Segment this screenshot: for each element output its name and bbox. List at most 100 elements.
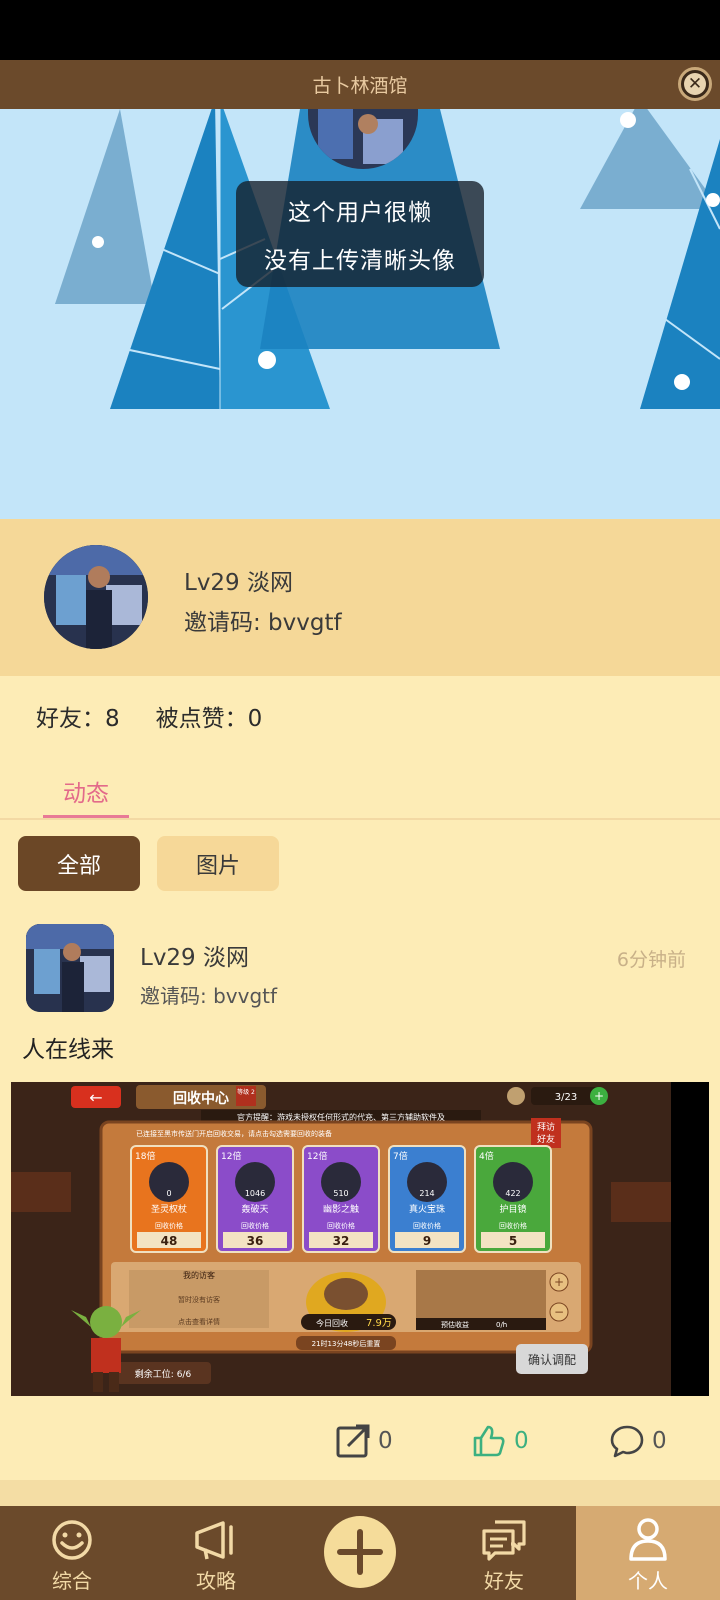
feed-separator <box>0 1480 720 1506</box>
nav-general[interactable]: 综合 <box>0 1506 144 1600</box>
post-image-screenshot[interactable]: ← 回收中心 等级 2 官方提醒：游戏未授权任何形式的代充、第三方辅助软件及 3… <box>11 1082 709 1396</box>
recycle-item-multiplier: 4倍 <box>479 1150 494 1162</box>
profile-card: Lv29 淡网 邀请码: bvvgtf <box>0 519 720 676</box>
svg-text:21时13分48秒后重置: 21时13分48秒后重置 <box>312 1339 381 1348</box>
app-title: 古卜林酒馆 <box>312 75 408 97</box>
recycle-item-price-label: 回收价格 <box>327 1221 355 1230</box>
recycle-item-price: 9 <box>423 1234 431 1248</box>
close-button[interactable]: ✕ <box>678 67 712 101</box>
recycle-item-multiplier: 12倍 <box>221 1150 241 1162</box>
nav-general-label: 综合 <box>52 1569 92 1593</box>
nav-guide-label: 攻略 <box>196 1569 236 1593</box>
recycle-item-card: 7倍 214 真火宝珠回收价格 9 <box>388 1145 466 1253</box>
post-author-name: Lv29 淡网 <box>140 945 250 971</box>
filter-all-button[interactable]: 全部 <box>18 836 140 891</box>
avatar-notice-tooltip: 这个用户很懒 没有上传清晰头像 <box>236 181 484 287</box>
share-action[interactable]: 0 <box>336 1424 393 1458</box>
thumbs-up-icon <box>473 1425 505 1457</box>
recycle-item-price-label: 回收价格 <box>413 1221 441 1230</box>
banner-avatar <box>308 109 418 169</box>
recycle-item-price-label: 回收价格 <box>241 1221 269 1230</box>
post-author-avatar[interactable] <box>26 924 114 1012</box>
svg-text:+: + <box>554 1275 564 1289</box>
recycle-item-count: 422 <box>505 1189 520 1198</box>
friends-count[interactable]: 好友：8 <box>36 699 120 733</box>
profile-banner[interactable]: 这个用户很懒 没有上传清晰头像 <box>0 109 720 519</box>
profile-stats: 好友：8 被点赞：0 <box>36 699 262 733</box>
recycle-item-price-label: 回收价格 <box>499 1221 527 1230</box>
recycle-item-name: 轰破天 <box>241 1203 268 1215</box>
recycle-item-multiplier: 7倍 <box>393 1150 408 1162</box>
plus-icon <box>337 1529 383 1575</box>
share-icon <box>336 1424 370 1458</box>
recycle-item-card: 12倍 510 幽影之触回收价格 32 <box>302 1145 380 1253</box>
svg-text:剩余工位: 6/6: 剩余工位: 6/6 <box>135 1368 192 1380</box>
recycle-item-name: 圣灵权杖 <box>151 1203 187 1215</box>
comment-action[interactable]: 0 <box>610 1424 667 1458</box>
svg-text:拜访: 拜访 <box>537 1122 555 1133</box>
svg-text:7.9万: 7.9万 <box>366 1318 392 1329</box>
banner-trees-illustration <box>55 109 720 409</box>
status-bar <box>0 0 720 60</box>
recycle-item-price-label: 回收价格 <box>155 1221 183 1230</box>
nav-friends-label: 好友 <box>484 1569 524 1593</box>
tooltip-line-2: 没有上传清晰头像 <box>264 248 456 274</box>
recycle-item-multiplier: 18倍 <box>135 1150 155 1162</box>
svg-text:←: ← <box>89 1088 102 1107</box>
svg-text:暂时没有访客: 暂时没有访客 <box>178 1295 220 1304</box>
svg-text:−: − <box>554 1305 564 1319</box>
nav-me[interactable]: 个人 <box>576 1506 720 1600</box>
recycle-item-count: 0 <box>166 1189 171 1198</box>
post-text: 人在线来 <box>22 1037 114 1063</box>
recycle-item-price: 48 <box>161 1234 178 1248</box>
svg-text:+: + <box>594 1089 604 1103</box>
filter-images-button[interactable]: 图片 <box>157 836 279 891</box>
recycle-item-card: 4倍 422 护目镜回收价格 5 <box>474 1145 552 1253</box>
tabs-divider <box>0 818 720 820</box>
recycle-item-count: 1046 <box>245 1189 265 1198</box>
recycle-item-name: 真火宝珠 <box>409 1203 445 1215</box>
nav-guide[interactable]: 攻略 <box>144 1506 288 1600</box>
like-count: 0 <box>514 1428 529 1454</box>
svg-text:3/23: 3/23 <box>555 1092 577 1103</box>
tab-activity[interactable]: 动态 <box>43 760 129 818</box>
svg-text:好友: 好友 <box>537 1133 555 1145</box>
nav-me-label: 个人 <box>628 1569 668 1593</box>
create-post-button[interactable] <box>324 1516 396 1588</box>
recycle-items: 18倍 0 圣灵权杖回收价格 48 12倍 1046 轰破天回收价格 36 12倍 510 幽影之触… <box>130 1145 552 1253</box>
post-author-invite-code: 邀请码: bvvgtf <box>140 984 278 1008</box>
nav-friends[interactable]: 好友 <box>432 1506 576 1600</box>
smiley-icon <box>52 1520 92 1560</box>
tooltip-line-1: 这个用户很懒 <box>288 200 432 226</box>
recycle-item-name: 护目镜 <box>499 1203 526 1215</box>
recycle-item-name: 幽影之触 <box>323 1203 359 1215</box>
likes-count: 被点赞：0 <box>155 706 263 732</box>
profile-name: Lv29 淡网 <box>184 570 294 596</box>
recycle-item-price: 32 <box>333 1234 350 1248</box>
profile-invite-code: 邀请码: bvvgtf <box>184 610 342 636</box>
recycle-item-count: 510 <box>333 1189 348 1198</box>
recycle-item-price: 5 <box>509 1234 517 1248</box>
svg-text:0/h: 0/h <box>496 1321 507 1329</box>
title-bar: 古卜林酒馆 ✕ <box>0 60 720 109</box>
like-action[interactable]: 0 <box>472 1424 529 1458</box>
share-count: 0 <box>378 1428 393 1454</box>
post-timestamp: 6分钟前 <box>616 949 686 971</box>
game-screenshot: ← 回收中心 等级 2 官方提醒：游戏未授权任何形式的代充、第三方辅助软件及 3… <box>11 1082 709 1396</box>
recycle-item-multiplier: 12倍 <box>307 1150 327 1162</box>
comment-count: 0 <box>652 1428 667 1454</box>
bottom-navigation: 综合 攻略 好友 个人 <box>0 1506 720 1600</box>
person-icon <box>629 1518 667 1561</box>
profile-avatar[interactable] <box>44 545 148 649</box>
svg-text:等级 2: 等级 2 <box>237 1088 255 1096</box>
svg-text:预估收益: 预估收益 <box>441 1320 469 1329</box>
chat-icon <box>482 1520 526 1561</box>
comment-icon <box>610 1425 644 1458</box>
svg-text:确认调配: 确认调配 <box>528 1353 576 1367</box>
svg-text:我的访客: 我的访客 <box>183 1270 215 1280</box>
svg-text:已连接至黑市传送门开启回收交易，请点击勾选需要回收的装备: 已连接至黑市传送门开启回收交易，请点击勾选需要回收的装备 <box>136 1129 332 1138</box>
megaphone-icon <box>195 1521 233 1560</box>
recycle-item-price: 36 <box>247 1234 264 1248</box>
svg-text:今日回收: 今日回收 <box>316 1318 348 1328</box>
recycle-item-count: 214 <box>419 1189 434 1198</box>
